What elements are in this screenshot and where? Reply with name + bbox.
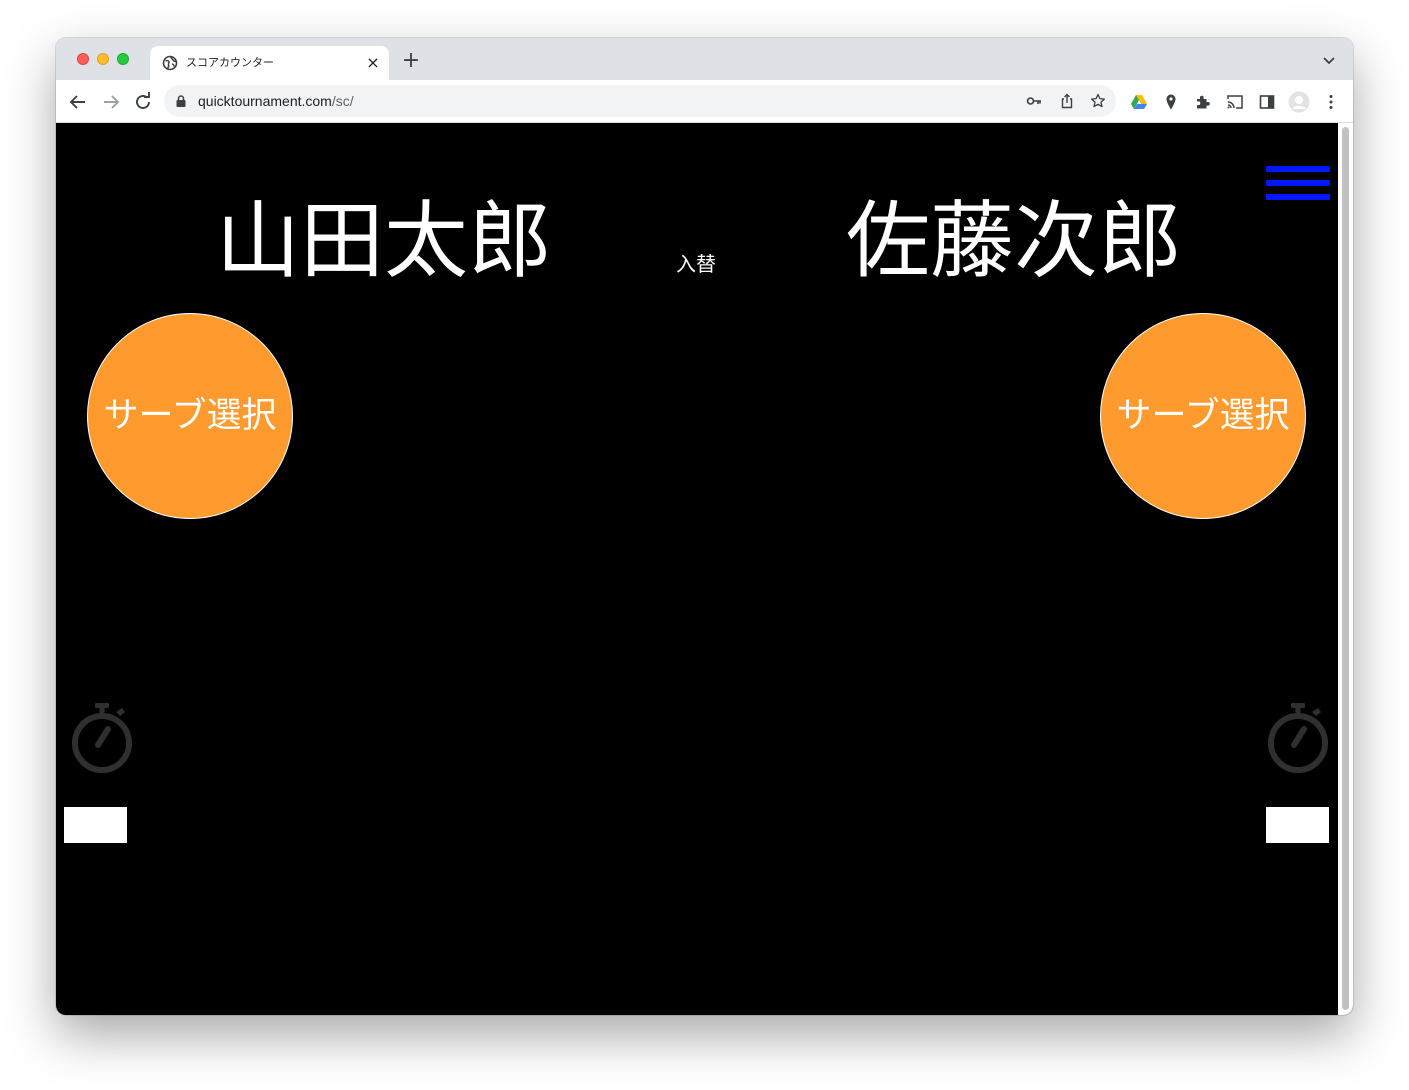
share-icon[interactable] <box>1059 93 1075 109</box>
window-minimize-button[interactable] <box>97 53 109 65</box>
serve-select-right-button[interactable]: サーブ選択 <box>1100 313 1306 519</box>
side-panel-icon[interactable] <box>1258 93 1276 111</box>
extensions-puzzle-icon[interactable] <box>1194 93 1212 111</box>
timer-right-field[interactable] <box>1266 807 1329 843</box>
page-viewport: 山田太郎 入替 佐藤次郎 サーブ選択 サーブ選択 <box>56 123 1353 1015</box>
timer-left-field[interactable] <box>64 807 127 843</box>
more-options-icon[interactable] <box>1322 93 1340 111</box>
url-host: quicktournament.com <box>198 93 332 109</box>
player-right-name[interactable]: 佐藤次郎 <box>846 186 1182 296</box>
tab-title: スコアカウンター <box>186 56 274 69</box>
address-bar[interactable]: quicktournament.com/sc/ <box>164 85 1116 117</box>
player-left-name[interactable]: 山田太郎 <box>216 186 552 296</box>
window-close-button[interactable] <box>77 53 89 65</box>
url-text[interactable]: quicktournament.com/sc/ <box>198 92 354 110</box>
hamburger-menu-icon[interactable] <box>1266 166 1330 204</box>
profile-avatar-icon[interactable] <box>1288 91 1310 113</box>
reload-icon[interactable] <box>131 90 155 114</box>
key-icon[interactable] <box>1026 93 1042 109</box>
window-maximize-button[interactable] <box>117 53 129 65</box>
stopwatch-icon[interactable] <box>1266 701 1330 775</box>
browser-tab-active[interactable]: スコアカウンター × <box>150 46 389 80</box>
globe-icon <box>162 55 178 71</box>
serve-select-left-button[interactable]: サーブ選択 <box>87 313 293 519</box>
tab-strip: スコアカウンター × + <box>56 38 1353 80</box>
scrollbar-thumb[interactable] <box>1342 127 1349 1010</box>
lock-icon[interactable] <box>174 94 188 108</box>
browser-toolbar: quicktournament.com/sc/ <box>56 80 1353 123</box>
tab-search-chevron-down-icon[interactable] <box>1321 52 1337 68</box>
forward-arrow-icon[interactable] <box>99 90 123 114</box>
map-pin-icon[interactable] <box>1162 93 1180 111</box>
swap-players-button[interactable]: 入替 <box>668 249 724 279</box>
google-drive-icon[interactable] <box>1130 93 1148 111</box>
new-tab-button[interactable]: + <box>400 50 422 72</box>
page-scrollbar[interactable] <box>1338 123 1353 1015</box>
tab-close-icon[interactable]: × <box>364 54 382 72</box>
bookmark-star-icon[interactable] <box>1090 93 1106 109</box>
cast-icon[interactable] <box>1226 93 1244 111</box>
back-arrow-icon[interactable] <box>66 90 90 114</box>
browser-window: スコアカウンター × + quicktournament.com/sc/ 山田太… <box>56 38 1353 1015</box>
url-path: /sc/ <box>331 93 354 109</box>
stopwatch-icon[interactable] <box>70 701 134 775</box>
